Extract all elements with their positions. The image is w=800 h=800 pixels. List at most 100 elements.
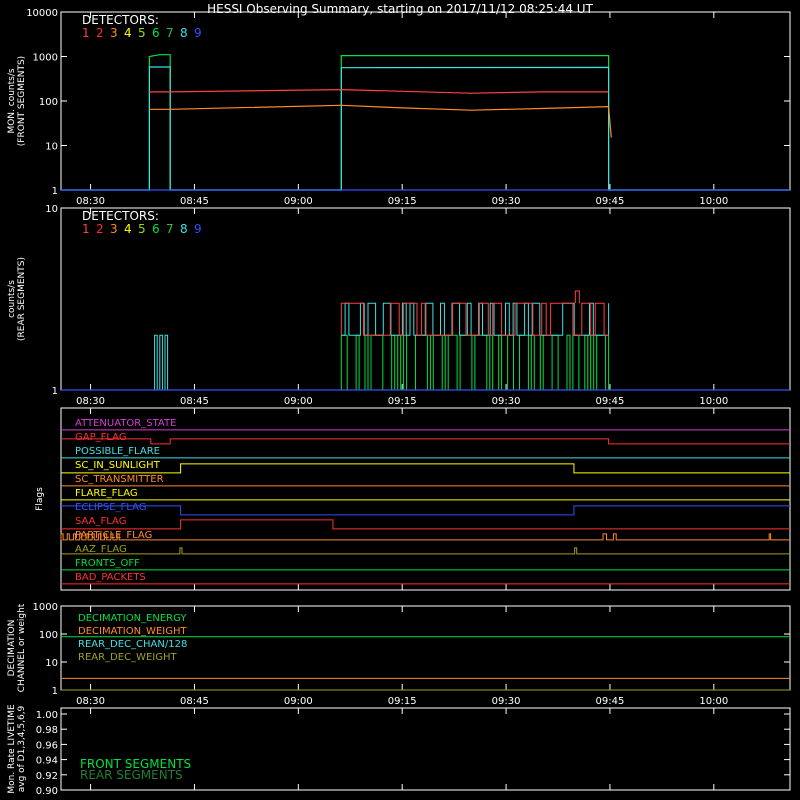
legend-detector-8: 8 bbox=[180, 26, 188, 40]
y-axis-label: (FRONT SEGMENTS) bbox=[17, 56, 27, 146]
x-tick-label: 09:00 bbox=[284, 196, 313, 207]
y-tick-label: 10000 bbox=[26, 8, 58, 19]
legend-detector-4: 4 bbox=[124, 222, 132, 236]
flag-line bbox=[60, 533, 790, 541]
livetime-legend-label: REAR SEGMENTS bbox=[80, 768, 183, 782]
y-tick-label: 1 bbox=[52, 386, 58, 397]
x-tick-label: 10:00 bbox=[699, 396, 728, 407]
decimation-legend-label: REAR_DEC_CHAN/128 bbox=[78, 639, 187, 650]
flags-panel-frame bbox=[60, 407, 791, 591]
rear-series-line bbox=[574, 290, 580, 304]
y-tick-label: 1000 bbox=[33, 53, 58, 64]
x-tick-label: 09:15 bbox=[388, 696, 417, 707]
legend-detector-9: 9 bbox=[194, 26, 202, 40]
flag-label: AAZ_FLAG bbox=[75, 544, 127, 555]
front-series-line bbox=[149, 104, 612, 138]
flag-line bbox=[61, 438, 790, 445]
x-tick-label: 09:15 bbox=[388, 396, 417, 407]
y-axis-label: counts/s bbox=[7, 280, 17, 318]
rear-series-line bbox=[340, 302, 609, 336]
legend-detector-7: 7 bbox=[166, 26, 174, 40]
y-tick-label: 1000 bbox=[33, 602, 58, 613]
rear-series-line bbox=[149, 334, 171, 391]
observing-summary-figure: 1 10 100 1000 10000 08:30 08:45 09:00 09:15 09:30… bbox=[7, 8, 791, 797]
y-axis-label: avg of D1,3,4,5,6,9 bbox=[17, 705, 27, 792]
y-tick-label: 0.90 bbox=[36, 786, 58, 797]
y-tick-label: 0.92 bbox=[36, 771, 58, 782]
legend-detector-5: 5 bbox=[138, 222, 146, 236]
flag-label: PARTICLE_FLAG bbox=[75, 530, 152, 541]
flag-label: FRONTS_OFF bbox=[75, 558, 140, 569]
legend-detector-1: 1 bbox=[82, 26, 90, 40]
x-tick-label: 10:00 bbox=[699, 696, 728, 707]
legend-detector-9: 9 bbox=[194, 222, 202, 236]
x-tick-label: 09:30 bbox=[492, 696, 521, 707]
legend-detector-8: 8 bbox=[180, 222, 188, 236]
flag-line bbox=[61, 519, 790, 530]
y-tick-label: 100 bbox=[39, 97, 58, 108]
y-tick-label: 10 bbox=[45, 204, 58, 215]
y-tick-label: 1 bbox=[52, 186, 58, 197]
y-tick-label: 1.00 bbox=[36, 710, 58, 721]
y-tick-label: 0.94 bbox=[36, 756, 58, 767]
x-tick-label: 08:45 bbox=[180, 396, 209, 407]
legend-title: DETECTORS: bbox=[82, 13, 159, 27]
legend-detector-4: 4 bbox=[124, 26, 132, 40]
y-axis-label: (REAR SEGMENTS) bbox=[17, 257, 27, 341]
x-tick-label: 09:00 bbox=[284, 696, 313, 707]
front-series-line bbox=[149, 88, 609, 94]
legend-detector-7: 7 bbox=[166, 222, 174, 236]
x-tick-label: 09:00 bbox=[284, 396, 313, 407]
y-tick-label: 1 bbox=[52, 686, 58, 697]
x-tick-label: 09:45 bbox=[596, 396, 625, 407]
y-axis-label: MON. counts/s bbox=[7, 68, 17, 133]
legend-title: DETECTORS: bbox=[82, 209, 159, 223]
y-axis-label: DECIMATION bbox=[7, 620, 17, 677]
legend-detector-6: 6 bbox=[152, 222, 160, 236]
flag-label: ECLIPSE_FLAG bbox=[75, 502, 146, 513]
x-tick-label: 08:45 bbox=[180, 696, 209, 707]
flag-label: ATTENUATOR_STATE bbox=[75, 418, 176, 429]
flag-label: SC_TRANSMITTER bbox=[75, 474, 164, 485]
x-tick-label: 08:30 bbox=[76, 396, 105, 407]
rear-series-line bbox=[340, 334, 610, 391]
y-tick-label: 10 bbox=[45, 658, 58, 669]
legend-detector-5: 5 bbox=[138, 26, 146, 40]
legend-detector-3: 3 bbox=[110, 26, 118, 40]
x-tick-label: 09:45 bbox=[596, 696, 625, 707]
flag-line bbox=[61, 463, 790, 474]
x-tick-label: 10:00 bbox=[699, 196, 728, 207]
flag-label: SC_IN_SUNLIGHT bbox=[75, 460, 161, 471]
flag-label: SAA_FLAG bbox=[75, 516, 126, 527]
x-tick-label: 08:45 bbox=[180, 196, 209, 207]
decimation-legend-label: DECIMATION_WEIGHT bbox=[78, 626, 187, 637]
flag-label: FLARE_FLAG bbox=[75, 488, 138, 499]
flag-label: GAP_FLAG bbox=[75, 432, 127, 443]
flag-label: BAD_PACKETS bbox=[75, 572, 146, 583]
legend-detector-1: 1 bbox=[82, 222, 90, 236]
legend-detector-2: 2 bbox=[96, 26, 104, 40]
flag-line bbox=[61, 547, 790, 555]
x-tick-label: 09:30 bbox=[492, 196, 521, 207]
flags-y-label: Flags bbox=[35, 487, 45, 511]
y-tick-label: 100 bbox=[39, 630, 58, 641]
decimation-legend-label: REAR_DEC_WEIGHT bbox=[78, 652, 177, 663]
x-tick-label: 08:30 bbox=[76, 696, 105, 707]
legend-detector-6: 6 bbox=[152, 26, 160, 40]
x-tick-label: 09:15 bbox=[388, 196, 417, 207]
x-tick-label: 09:30 bbox=[492, 396, 521, 407]
x-tick-label: 09:45 bbox=[596, 196, 625, 207]
legend-detector-2: 2 bbox=[96, 222, 104, 236]
y-axis-label: CHANNEL or weight bbox=[17, 603, 27, 692]
y-tick-label: 0.96 bbox=[36, 740, 58, 751]
flag-line bbox=[61, 505, 790, 516]
rear-series-line bbox=[341, 302, 610, 336]
front-series-line bbox=[61, 66, 790, 191]
decimation-legend-label: DECIMATION_ENERGY bbox=[78, 613, 187, 624]
x-tick-label: 08:30 bbox=[76, 196, 105, 207]
y-axis-label: Mon. Rate LIVETIME bbox=[7, 704, 17, 794]
y-tick-label: 10 bbox=[45, 142, 58, 153]
y-tick-label: 0.98 bbox=[36, 725, 58, 736]
legend-detector-3: 3 bbox=[110, 222, 118, 236]
flag-label: POSSIBLE_FLARE bbox=[75, 446, 160, 457]
